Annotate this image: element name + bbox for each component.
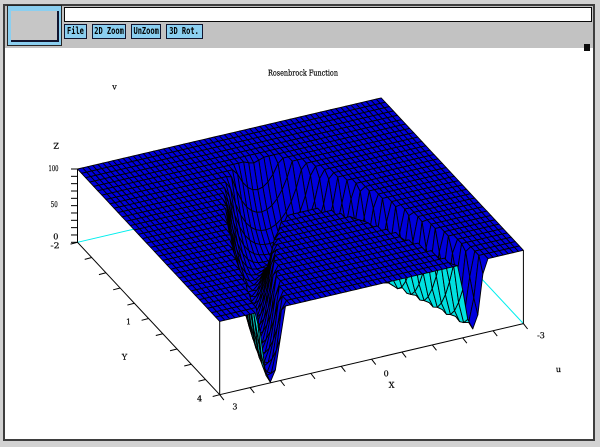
toolbar-button-label: File (67, 25, 84, 38)
toolbar-button-label: UnZoom (133, 25, 158, 38)
toolbar-button-label: 2D Zoom (94, 25, 124, 38)
toolbar-button-file[interactable]: File (64, 24, 87, 39)
palette-button[interactable] (7, 5, 62, 46)
palette-button-face (11, 11, 59, 43)
toolbar-button-2d-zoom[interactable]: 2D Zoom (92, 24, 126, 39)
command-input[interactable] (64, 7, 592, 22)
window-frame (3, 4, 595, 441)
busy-indicator-square (584, 44, 591, 52)
toolbar-button-3d-rot-[interactable]: 3D Rot. (166, 24, 203, 39)
toolbar: File 2D Zoom UnZoom 3D Rot. (5, 6, 593, 49)
toolbar-button-label: 3D Rot. (169, 25, 199, 38)
toolbar-button-unzoom[interactable]: UnZoom (131, 24, 161, 39)
